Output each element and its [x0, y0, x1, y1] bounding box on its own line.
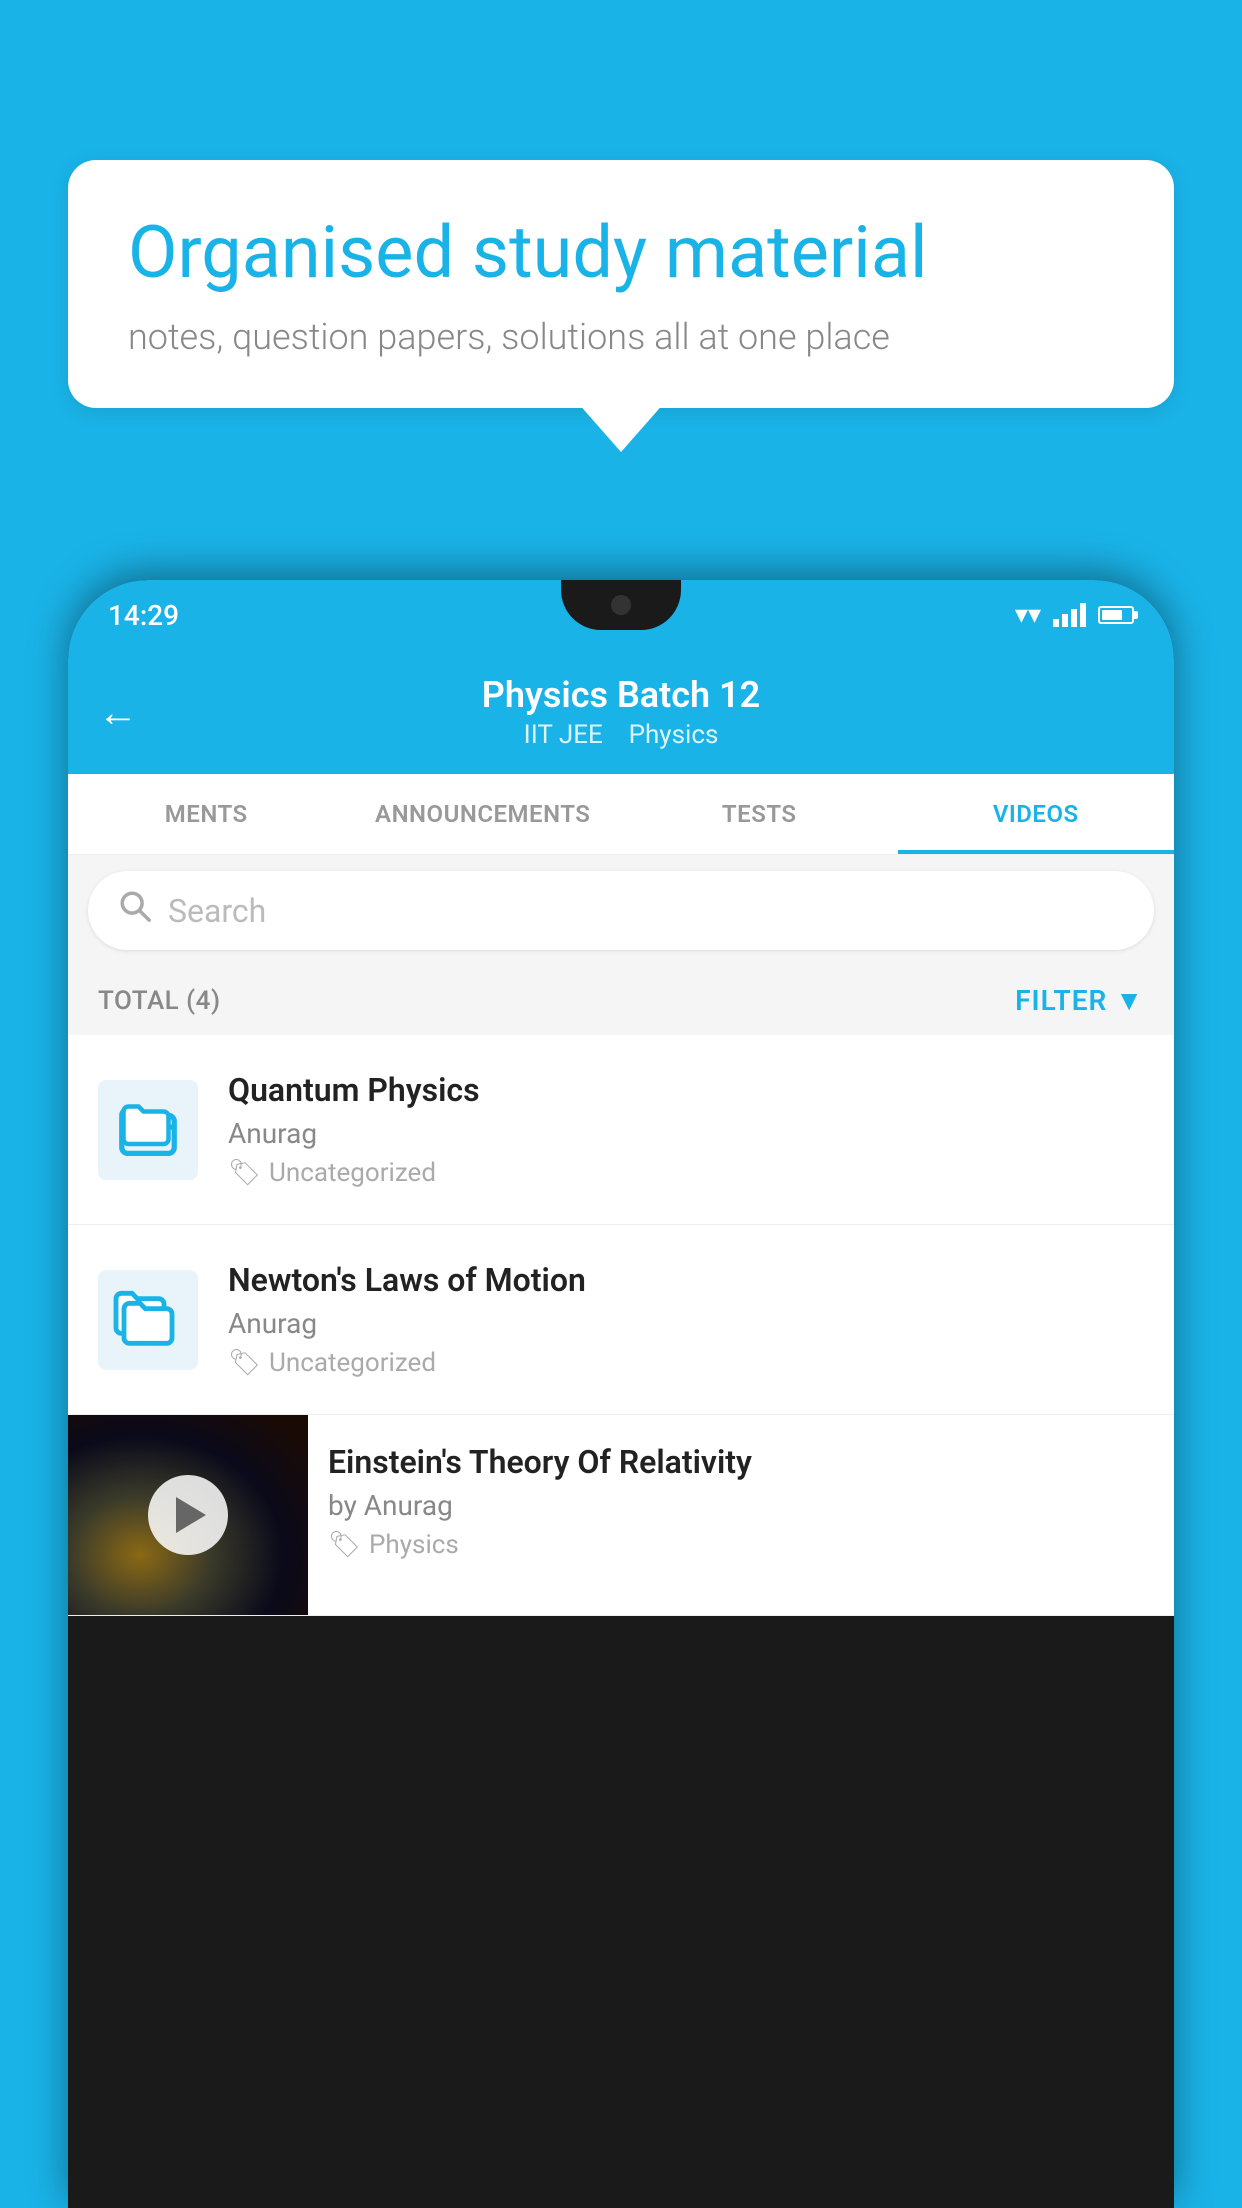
status-time: 14:29: [108, 599, 179, 632]
video-author-3: by Anurag: [328, 1489, 1154, 1522]
video-thumbnail: [68, 1415, 308, 1615]
status-bar: 14:29 ▾▾: [68, 580, 1174, 650]
tag-icon: 🏷: [228, 1158, 261, 1188]
app-header: ← Physics Batch 12 IIT JEE Physics: [68, 650, 1174, 774]
folder-icon-wrap-2: [98, 1270, 198, 1370]
search-icon: [118, 889, 152, 932]
battery-icon: [1098, 606, 1134, 624]
bubble-subtext: notes, question papers, solutions all at…: [128, 316, 1114, 358]
notch: [561, 580, 681, 630]
status-icons: ▾▾: [1015, 600, 1134, 630]
video-tag-2: 🏷 Uncategorized: [228, 1348, 1144, 1378]
video-author-2: Anurag: [228, 1307, 1144, 1340]
list-item[interactable]: Einstein's Theory Of Relativity by Anura…: [68, 1415, 1174, 1616]
search-input-wrap[interactable]: Search: [88, 871, 1154, 950]
video-author: Anurag: [228, 1117, 1144, 1150]
folder-icon-wrap: [98, 1080, 198, 1180]
phone-frame: 14:29 ▾▾ ← Physics Batc: [68, 580, 1174, 2208]
tab-bar: MENTS ANNOUNCEMENTS TESTS VIDEOS: [68, 774, 1174, 855]
filter-label: FILTER: [1015, 984, 1107, 1017]
video-tag-3: 🏷 Physics: [328, 1530, 1154, 1560]
batch-subtitle: IIT JEE Physics: [482, 720, 760, 750]
filter-funnel-icon: ▼: [1115, 984, 1144, 1017]
tag-label-2: Uncategorized: [269, 1348, 436, 1378]
speech-bubble: Organised study material notes, question…: [68, 160, 1174, 408]
video-info-2: Newton's Laws of Motion Anurag 🏷 Uncateg…: [228, 1261, 1144, 1378]
filter-button[interactable]: FILTER ▼: [1015, 984, 1144, 1017]
signal-icon: [1053, 603, 1086, 627]
subtitle-iitjee: IIT JEE: [524, 720, 603, 750]
front-camera: [611, 595, 631, 615]
header-title: Physics Batch 12 IIT JEE Physics: [482, 674, 760, 750]
video-title-3: Einstein's Theory Of Relativity: [328, 1443, 1154, 1481]
video-title: Quantum Physics: [228, 1071, 1144, 1109]
list-item[interactable]: Quantum Physics Anurag 🏷 Uncategorized: [68, 1035, 1174, 1225]
tag-label-3: Physics: [369, 1530, 459, 1560]
tag-icon-3: 🏷: [328, 1530, 361, 1560]
back-button[interactable]: ←: [98, 689, 138, 736]
batch-title: Physics Batch 12: [482, 674, 760, 716]
bubble-heading: Organised study material: [128, 210, 1114, 296]
total-count: TOTAL (4): [98, 986, 221, 1016]
tab-tests[interactable]: TESTS: [621, 774, 898, 854]
search-placeholder: Search: [168, 892, 266, 930]
video-list: Quantum Physics Anurag 🏷 Uncategorized: [68, 1035, 1174, 1616]
wifi-icon: ▾▾: [1015, 600, 1041, 630]
play-triangle-icon: [176, 1497, 206, 1533]
tag-label: Uncategorized: [269, 1158, 436, 1188]
video-info: Quantum Physics Anurag 🏷 Uncategorized: [228, 1071, 1144, 1188]
search-bar-container: Search: [68, 855, 1174, 966]
tab-announcements[interactable]: ANNOUNCEMENTS: [345, 774, 622, 854]
tab-videos[interactable]: VIDEOS: [898, 774, 1175, 854]
play-button[interactable]: [148, 1475, 228, 1555]
tag-icon-2: 🏷: [228, 1348, 261, 1378]
video-tag: 🏷 Uncategorized: [228, 1158, 1144, 1188]
subtitle-physics: Physics: [629, 720, 719, 750]
video-title-2: Newton's Laws of Motion: [228, 1261, 1144, 1299]
filter-bar: TOTAL (4) FILTER ▼: [68, 966, 1174, 1035]
list-item[interactable]: Newton's Laws of Motion Anurag 🏷 Uncateg…: [68, 1225, 1174, 1415]
tab-ments[interactable]: MENTS: [68, 774, 345, 854]
video-info-3: Einstein's Theory Of Relativity by Anura…: [308, 1415, 1174, 1588]
